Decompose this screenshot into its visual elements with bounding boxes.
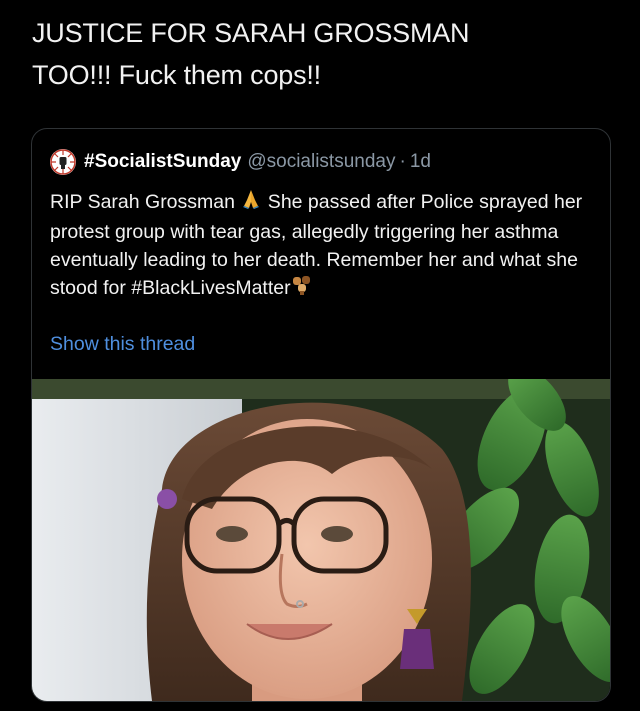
timestamp[interactable]: 1d	[410, 151, 431, 173]
caption-line-2: TOO!!! Fuck them cops!!	[32, 60, 321, 90]
caption-line-1: JUSTICE FOR SARAH GROSSMAN	[32, 18, 470, 48]
show-thread-link[interactable]: Show this thread	[50, 333, 195, 356]
raised-fist-icon[interactable]	[50, 149, 76, 175]
tweet-text-part1: RIP Sarah Grossman	[50, 191, 235, 214]
quoted-tweet-card[interactable]: #SocialistSunday @socialistsunday · 1d R…	[31, 128, 611, 702]
user-handle[interactable]: @socialistsunday	[247, 151, 395, 173]
tweet-photo[interactable]	[32, 379, 610, 701]
separator-dot: ·	[399, 151, 406, 172]
raised-fists-icon	[291, 274, 315, 304]
display-name[interactable]: #SocialistSunday	[84, 151, 241, 173]
post-caption: JUSTICE FOR SARAH GROSSMAN TOO!!! Fuck t…	[32, 12, 622, 96]
tweet-header: #SocialistSunday @socialistsunday · 1d	[50, 149, 431, 175]
praying-hands-icon	[240, 188, 262, 218]
tweet-text: RIP Sarah Grossman She passed after Poli…	[50, 188, 598, 304]
